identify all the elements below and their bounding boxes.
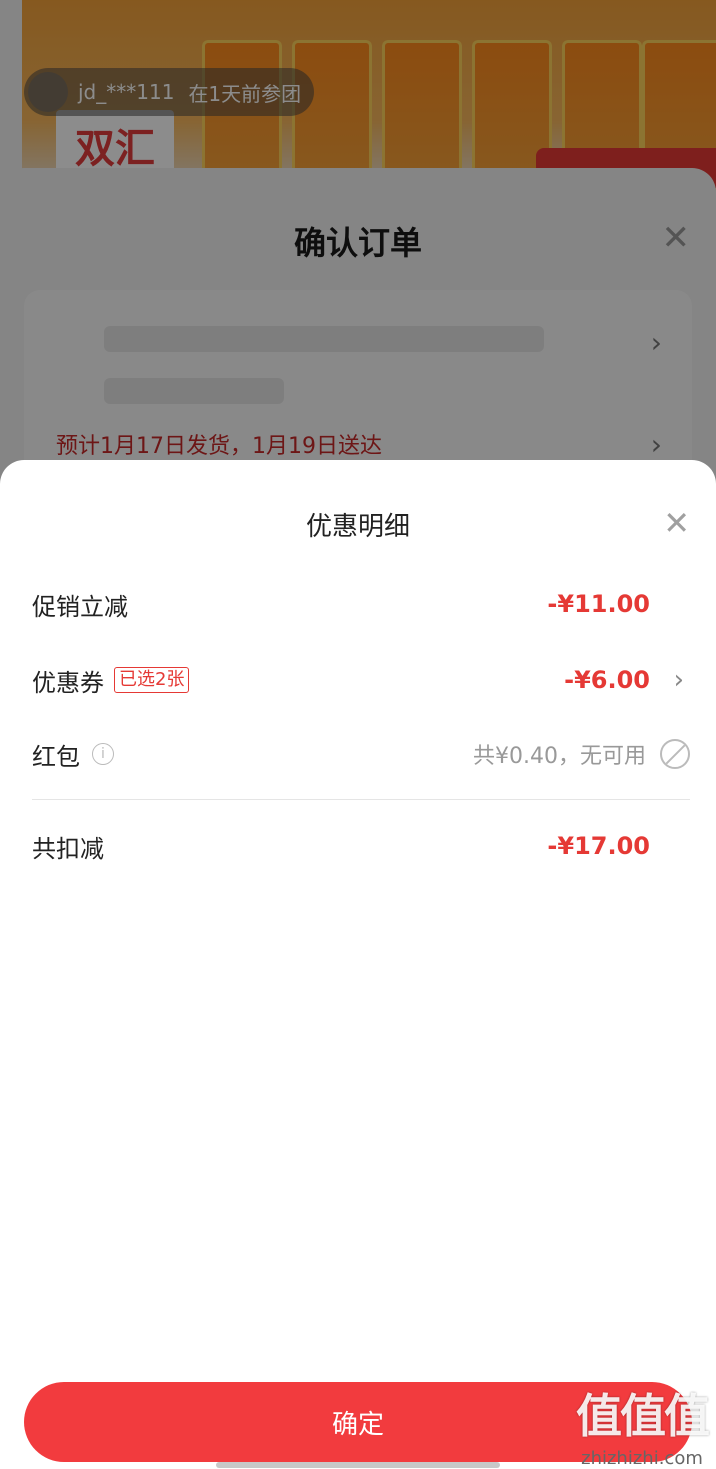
watermark: 值值值 zhizhizhi.com (576, 1380, 710, 1469)
promo-discount-row: 促销立减 -¥11.00 (32, 584, 690, 624)
home-indicator (216, 1462, 500, 1468)
total-amount: -¥17.00 (547, 832, 650, 860)
watermark-url: zhizhizhi.com (581, 1448, 703, 1469)
coupon-amount: -¥6.00 (564, 666, 650, 694)
unavailable-icon (660, 739, 690, 769)
row-label: 促销立减 (32, 592, 128, 621)
watermark-logo: 值值值 (576, 1389, 710, 1443)
red-packet-row: 红包 i 共¥0.40，无可用 (32, 734, 690, 774)
row-label: 优惠券 (32, 668, 104, 697)
coupon-selected-badge: 已选2张 (114, 667, 190, 693)
panel-title: 优惠明细 (305, 512, 410, 542)
total-discount-row: 共扣减 -¥17.00 (32, 826, 690, 866)
chevron-right-icon[interactable]: › (674, 665, 684, 695)
info-icon[interactable]: i (92, 743, 114, 765)
close-icon[interactable]: ✕ (663, 504, 690, 542)
row-label: 共扣减 (32, 834, 104, 863)
red-packet-status: 共¥0.40，无可用 (473, 744, 646, 769)
coupon-row[interactable]: 优惠券 已选2张 -¥6.00 › (32, 660, 690, 700)
divider (32, 799, 690, 800)
row-label: 红包 (32, 742, 80, 771)
discount-detail-panel: 优惠明细 ✕ 促销立减 -¥11.00 优惠券 已选2张 -¥6.00 › 红包… (0, 460, 716, 1468)
promo-amount: -¥11.00 (547, 590, 650, 618)
